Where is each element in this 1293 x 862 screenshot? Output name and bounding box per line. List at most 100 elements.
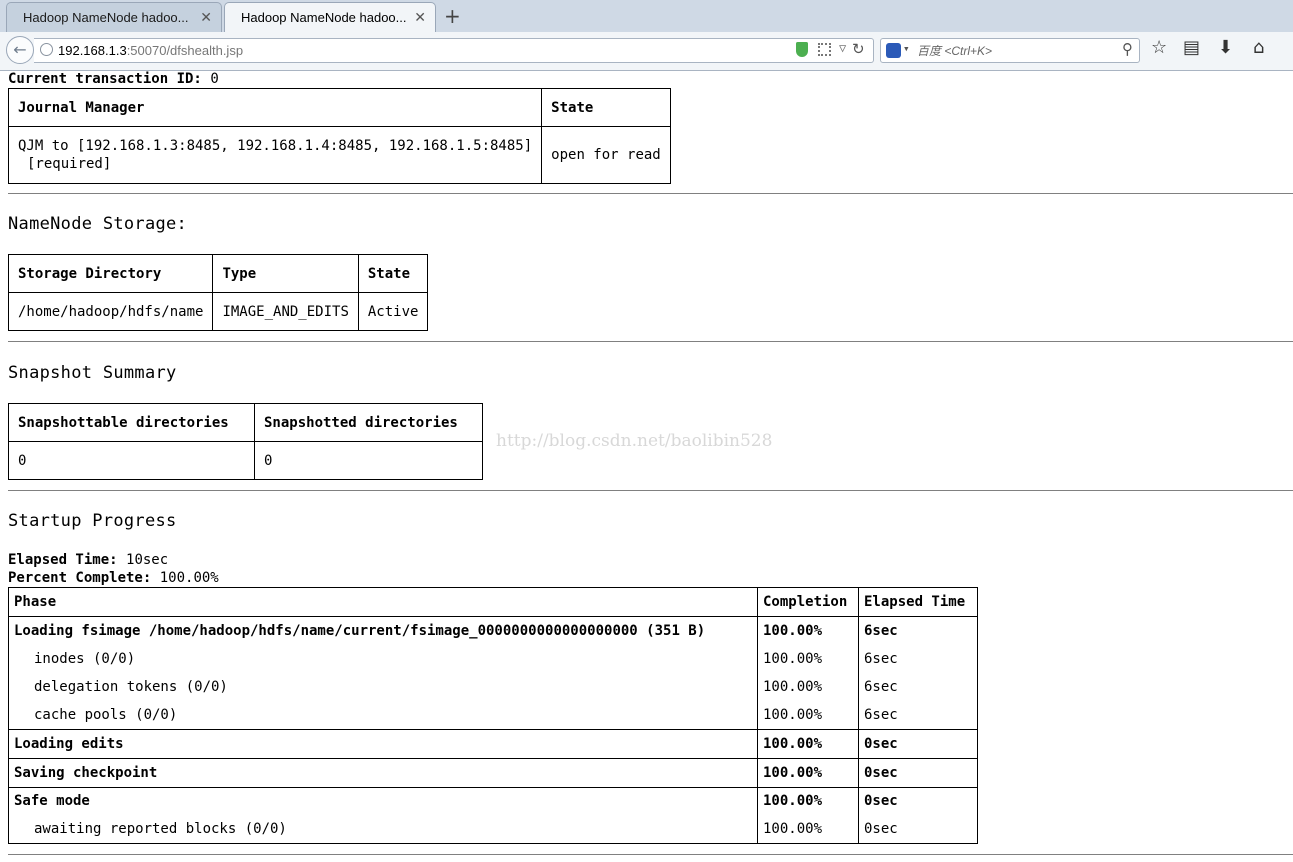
step-name: inodes (0/0) xyxy=(8,644,758,673)
step-elapsed: 6sec xyxy=(858,644,978,673)
browser-chrome: Hadoop NameNode hadoo... ✕ Hadoop NameNo… xyxy=(0,0,1293,71)
tab-label: Hadoop NameNode hadoo... xyxy=(241,10,407,25)
navigation-bar: ← 192.168.1.3:50070/dfshealth.jsp ▽ ↻ ▾ … xyxy=(0,32,1293,70)
tab-hadoop-namenode-2[interactable]: Hadoop NameNode hadoo... ✕ xyxy=(224,2,436,32)
transaction-label: Current transaction ID: xyxy=(8,71,202,87)
snapshot-header-snapshottable: Snapshottable directories xyxy=(8,403,255,442)
table-row: Safe mode 100.00% 0sec xyxy=(8,786,978,815)
step-name: cache pools (0/0) xyxy=(8,700,758,730)
phase-completion: 100.00% xyxy=(763,764,823,781)
snapshot-table: Snapshottable directories Snapshotted di… xyxy=(8,403,483,480)
snapshottable-count-cell: 0 xyxy=(8,441,255,480)
phase-name: Saving checkpoint xyxy=(14,764,158,781)
step-name: delegation tokens (0/0) xyxy=(8,672,758,701)
percent-complete-value: 100.00% xyxy=(159,570,219,586)
phase-name: Loading edits xyxy=(14,735,124,752)
chevron-down-icon[interactable]: ▽ xyxy=(839,41,846,55)
current-transaction-id: Current transaction ID: 0 xyxy=(8,71,219,87)
step-elapsed: 0sec xyxy=(858,815,978,844)
table-row: QJM to [192.168.1.3:8485, 192.168.1.4:84… xyxy=(7,126,671,184)
url-text[interactable]: 192.168.1.3:50070/dfshealth.jsp xyxy=(58,43,243,58)
phase-elapsed: 6sec xyxy=(864,622,898,639)
globe-icon xyxy=(40,43,53,56)
home-icon[interactable]: ⌂ xyxy=(1253,37,1264,58)
journal-manager-line: QJM to [192.168.1.3:8485, 192.168.1.4:84… xyxy=(18,138,533,154)
elapsed-time: Elapsed Time: 10sec xyxy=(8,552,168,568)
storage-header-type: Type xyxy=(212,254,359,293)
table-row: 0 0 xyxy=(8,441,483,480)
phase-name: Safe mode xyxy=(14,793,90,810)
url-host: 192.168.1.3 xyxy=(58,43,127,58)
back-button[interactable]: ← xyxy=(6,36,34,64)
journal-manager-cell: QJM to [192.168.1.3:8485, 192.168.1.4:84… xyxy=(7,126,543,184)
url-path: :50070/dfshealth.jsp xyxy=(126,43,244,58)
storage-table: Storage Directory Type State /home/hadoo… xyxy=(7,254,429,331)
journal-header-state: State xyxy=(541,88,671,127)
step-name: awaiting reported blocks (0/0) xyxy=(8,815,758,844)
tab-bar: Hadoop NameNode hadoo... ✕ Hadoop NameNo… xyxy=(0,0,1293,32)
progress-header-completion: Completion xyxy=(757,587,859,617)
step-completion: 100.00% xyxy=(757,700,859,730)
progress-header-phase: Phase xyxy=(8,587,758,617)
reload-icon[interactable]: ↻ xyxy=(852,40,865,58)
qr-code-icon[interactable] xyxy=(818,43,831,56)
step-elapsed: 6sec xyxy=(858,700,978,730)
table-row: delegation tokens (0/0) 100.00% 6sec xyxy=(8,672,978,701)
phase-name: Loading fsimage /home/hadoop/hdfs/name/c… xyxy=(14,622,706,639)
phase-completion: 100.00% xyxy=(763,622,823,639)
search-bar[interactable]: ▾ ⚲ xyxy=(880,38,1140,63)
tab-label: Hadoop NameNode hadoo... xyxy=(23,10,189,25)
table-row: inodes (0/0) 100.00% 6sec xyxy=(8,644,978,673)
bookmarks-list-icon[interactable]: ▤ xyxy=(1183,37,1200,58)
journal-manager-line: [required] xyxy=(27,156,112,172)
storage-directory-cell: /home/hadoop/hdfs/name xyxy=(7,292,214,331)
storage-type-cell: IMAGE_AND_EDITS xyxy=(212,292,359,331)
step-completion: 100.00% xyxy=(757,644,859,673)
elapsed-time-value: 10sec xyxy=(126,552,169,568)
step-completion: 100.00% xyxy=(757,815,859,844)
search-icon[interactable]: ⚲ xyxy=(1122,40,1133,58)
storage-header-state: State xyxy=(357,254,429,293)
table-row: Saving checkpoint 100.00% 0sec xyxy=(8,757,978,788)
chevron-down-icon[interactable]: ▾ xyxy=(903,42,910,55)
table-row: Loading fsimage /home/hadoop/hdfs/name/c… xyxy=(8,616,978,645)
percent-complete-label: Percent Complete: xyxy=(8,570,152,586)
download-icon[interactable]: ⬇ xyxy=(1218,37,1233,58)
page-content: Current transaction ID: 0 Journal Manage… xyxy=(0,71,1293,862)
snapshot-header-snapshotted: Snapshotted directories xyxy=(254,403,483,442)
arrow-left-icon: ← xyxy=(13,40,27,59)
table-row: /home/hadoop/hdfs/name IMAGE_AND_EDITS A… xyxy=(7,292,429,331)
startup-progress-table: Phase Completion Elapsed Time Loading fs… xyxy=(8,587,978,844)
journal-state-cell: open for read xyxy=(541,126,671,184)
snapshot-summary-heading: Snapshot Summary xyxy=(8,363,177,383)
startup-progress-heading: Startup Progress xyxy=(8,511,177,531)
url-bar[interactable]: 192.168.1.3:50070/dfshealth.jsp ▽ ↻ xyxy=(34,38,874,63)
baidu-paw-icon[interactable] xyxy=(886,43,901,58)
step-completion: 100.00% xyxy=(757,672,859,701)
storage-header-directory: Storage Directory xyxy=(7,254,214,293)
storage-state-cell: Active xyxy=(357,292,429,331)
phase-elapsed: 0sec xyxy=(864,764,898,781)
phase-elapsed: 0sec xyxy=(864,735,898,752)
transaction-value: 0 xyxy=(210,71,219,87)
watermark: http://blog.csdn.net/baolibin528 xyxy=(496,431,773,451)
journal-header-manager: Journal Manager xyxy=(7,88,543,127)
elapsed-time-label: Elapsed Time: xyxy=(8,552,118,568)
close-icon[interactable]: ✕ xyxy=(414,9,426,26)
shield-icon[interactable] xyxy=(796,42,808,57)
table-row: cache pools (0/0) 100.00% 6sec xyxy=(8,700,978,730)
namenode-storage-heading: NameNode Storage: xyxy=(8,214,188,234)
phase-elapsed: 0sec xyxy=(864,793,898,810)
table-row: Loading edits 100.00% 0sec xyxy=(8,728,978,759)
step-elapsed: 6sec xyxy=(858,672,978,701)
journal-table: Journal Manager State QJM to [192.168.1.… xyxy=(7,88,671,184)
search-input[interactable] xyxy=(917,41,1117,60)
divider xyxy=(8,854,1293,855)
percent-complete: Percent Complete: 100.00% xyxy=(8,570,219,586)
snapshotted-count-cell: 0 xyxy=(254,441,483,480)
tab-hadoop-namenode-1[interactable]: Hadoop NameNode hadoo... ✕ xyxy=(6,2,222,32)
bookmark-star-icon[interactable]: ☆ xyxy=(1151,37,1167,58)
divider xyxy=(8,490,1293,491)
close-icon[interactable]: ✕ xyxy=(200,9,212,26)
new-tab-button[interactable]: + xyxy=(444,4,461,28)
